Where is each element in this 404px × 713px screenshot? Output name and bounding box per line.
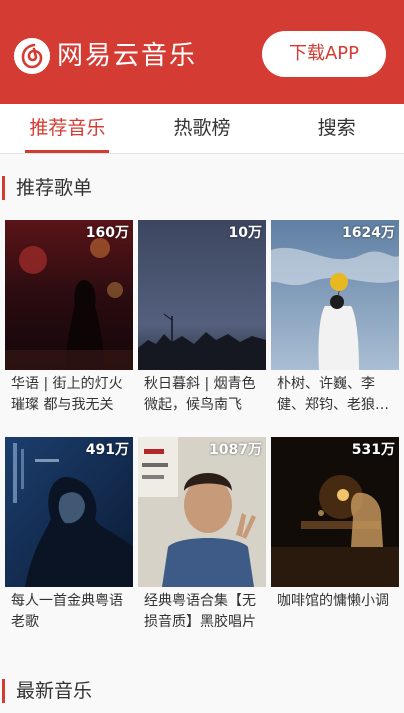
play-count: 1087万 xyxy=(209,442,262,458)
play-count: 10万 xyxy=(228,225,262,241)
playlist-card[interactable]: 160万 华语 | 街上的灯火璀璨 都与我无关 xyxy=(5,220,133,418)
playlist-cover: 1087万 xyxy=(138,437,266,587)
playlist-title[interactable]: 朴树、许巍、李健、郑钧、老狼、赵雷 xyxy=(271,374,399,418)
section-accent-bar xyxy=(2,176,5,200)
section-title: 最新音乐 xyxy=(16,680,93,702)
playlist-title[interactable]: 华语 | 街上的灯火璀璨 都与我无关 xyxy=(5,374,133,418)
playlist-card[interactable]: 531万 咖啡馆的慵懒小调 xyxy=(271,437,399,635)
download-app-button[interactable]: 下载APP xyxy=(262,31,386,77)
netease-music-icon[interactable] xyxy=(14,38,50,74)
app-header: 网易云音乐 下载APP xyxy=(0,0,404,104)
playlist-cover: 491万 xyxy=(5,437,133,587)
active-tab-indicator xyxy=(25,150,110,153)
section-title: 推荐歌单 xyxy=(16,177,93,199)
app-brand-title: 网易云音乐 xyxy=(57,41,198,71)
tab-label: 搜索 xyxy=(317,117,356,139)
tab-label: 热歌榜 xyxy=(173,117,231,139)
playlist-title[interactable]: 秋日暮斜 | 烟青色微起，候鸟南飞 xyxy=(138,374,266,418)
play-count: 491万 xyxy=(85,442,129,458)
playlist-card[interactable]: 491万 每人一首金典粤语老歌 xyxy=(5,437,133,635)
play-count: 160万 xyxy=(85,225,129,241)
playlist-card[interactable]: 1087万 经典粤语合集【无损音质】黑胶唱片 xyxy=(138,437,266,635)
playlist-title[interactable]: 经典粤语合集【无损音质】黑胶唱片 xyxy=(138,591,266,635)
tab-search[interactable]: 搜索 xyxy=(269,104,404,153)
main-tabs: 推荐音乐 热歌榜 搜索 xyxy=(0,104,404,154)
section-latest-music: 最新音乐 xyxy=(0,677,404,705)
tab-hot-songs[interactable]: 热歌榜 xyxy=(135,104,270,153)
playlist-card[interactable]: 1624万 朴树、许巍、李健、郑钧、老狼、赵雷 xyxy=(271,220,399,418)
playlist-title[interactable]: 咖啡馆的慵懒小调 xyxy=(271,591,399,635)
play-count: 1624万 xyxy=(342,225,395,241)
tab-recommended-music[interactable]: 推荐音乐 xyxy=(0,104,135,153)
section-accent-bar xyxy=(2,679,5,703)
tab-label: 推荐音乐 xyxy=(29,117,106,139)
section-recommended-playlists: 推荐歌单 xyxy=(0,174,404,202)
playlist-card[interactable]: 10万 秋日暮斜 | 烟青色微起，候鸟南飞 xyxy=(138,220,266,418)
play-count: 531万 xyxy=(351,442,395,458)
playlist-cover: 10万 xyxy=(138,220,266,370)
playlist-cover: 531万 xyxy=(271,437,399,587)
playlist-cover: 160万 xyxy=(5,220,133,370)
playlist-cover: 1624万 xyxy=(271,220,399,370)
playlist-title[interactable]: 每人一首金典粤语老歌 xyxy=(5,591,133,635)
